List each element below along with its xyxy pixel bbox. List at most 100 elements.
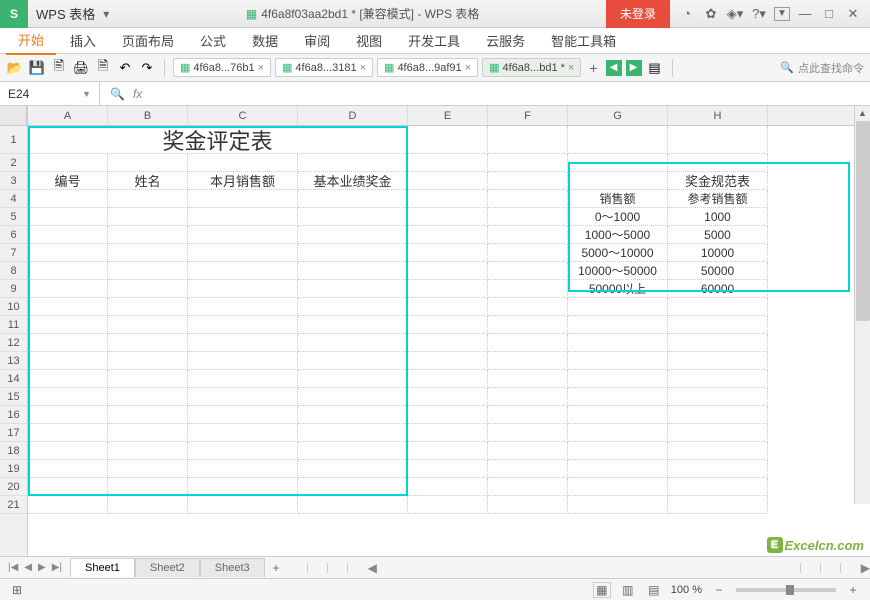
cell[interactable] (188, 244, 298, 262)
cell[interactable] (298, 334, 408, 352)
cell[interactable] (488, 298, 568, 316)
cell[interactable] (488, 442, 568, 460)
menu-insert[interactable]: 插入 (58, 27, 108, 54)
cell[interactable] (108, 442, 188, 460)
row-header[interactable]: 11 (0, 316, 27, 334)
minimize-ribbon-icon[interactable]: ▼ (774, 7, 790, 21)
cell[interactable] (488, 388, 568, 406)
cell[interactable] (568, 460, 668, 478)
dropdown-icon[interactable]: ▼ (82, 89, 91, 99)
cell[interactable] (108, 460, 188, 478)
row-header[interactable]: 21 (0, 496, 27, 514)
row-header[interactable]: 5 (0, 208, 27, 226)
cell[interactable] (188, 334, 298, 352)
cell[interactable] (408, 172, 488, 190)
cell[interactable] (488, 154, 568, 172)
row-header[interactable]: 16 (0, 406, 27, 424)
formula-input[interactable] (152, 82, 870, 105)
cell[interactable] (188, 280, 298, 298)
cell[interactable] (488, 478, 568, 496)
cell[interactable] (298, 298, 408, 316)
cell[interactable] (298, 262, 408, 280)
sync-icon[interactable]: ◔ (678, 5, 696, 23)
maximize-window-icon[interactable]: □ (820, 5, 838, 23)
cell[interactable] (488, 262, 568, 280)
cell[interactable] (568, 316, 668, 334)
cell[interactable] (488, 244, 568, 262)
cell-ref-data[interactable]: 60000 (668, 280, 768, 298)
menu-formula[interactable]: 公式 (188, 27, 238, 54)
cell[interactable] (28, 154, 108, 172)
cell-header[interactable]: 姓名 (108, 172, 188, 190)
cell[interactable] (408, 226, 488, 244)
cell[interactable] (108, 298, 188, 316)
sheet-tab-2[interactable]: Sheet2 (135, 558, 200, 577)
cell[interactable] (488, 280, 568, 298)
cell[interactable] (108, 406, 188, 424)
col-header[interactable]: D (298, 106, 408, 125)
cell[interactable] (28, 352, 108, 370)
cell[interactable] (568, 370, 668, 388)
sheet-nav-last[interactable]: ▶| (50, 562, 64, 573)
sheet-nav-prev[interactable]: ◀ (22, 562, 34, 573)
col-header[interactable]: C (188, 106, 298, 125)
cell[interactable] (108, 280, 188, 298)
row-header[interactable]: 7 (0, 244, 27, 262)
menu-data[interactable]: 数据 (240, 27, 290, 54)
cell[interactable] (108, 226, 188, 244)
cell[interactable] (28, 442, 108, 460)
vertical-scrollbar[interactable]: ▲ (854, 106, 870, 504)
cell-ref-header[interactable]: 销售额 (568, 190, 668, 208)
cell[interactable] (108, 370, 188, 388)
cell[interactable] (108, 244, 188, 262)
cell[interactable] (188, 424, 298, 442)
cell[interactable] (668, 370, 768, 388)
app-menu-dropdown[interactable]: ▾ (103, 7, 119, 21)
cell-ref-data[interactable]: 50000以上 (568, 280, 668, 298)
cell[interactable] (188, 154, 298, 172)
cell[interactable] (568, 424, 668, 442)
cell[interactable] (668, 352, 768, 370)
row-header[interactable]: 14 (0, 370, 27, 388)
cell[interactable] (408, 370, 488, 388)
cell[interactable] (668, 478, 768, 496)
cell[interactable] (28, 298, 108, 316)
cell[interactable] (488, 460, 568, 478)
cell[interactable] (28, 226, 108, 244)
cell[interactable] (188, 316, 298, 334)
hscroll-left[interactable]: ◀ (368, 561, 377, 575)
cell[interactable] (188, 208, 298, 226)
col-header[interactable]: E (408, 106, 488, 125)
col-header[interactable]: F (488, 106, 568, 125)
cell[interactable] (488, 334, 568, 352)
col-header[interactable]: B (108, 106, 188, 125)
cell[interactable] (298, 370, 408, 388)
cell[interactable] (668, 316, 768, 334)
row-header[interactable]: 10 (0, 298, 27, 316)
cell[interactable] (28, 496, 108, 514)
save-icon[interactable]: 💾 (28, 59, 46, 77)
cell[interactable] (298, 442, 408, 460)
cell-ref-title[interactable]: 奖金规范表 (668, 172, 768, 190)
hscroll-right[interactable]: ▶ (861, 561, 870, 575)
row-header[interactable]: 15 (0, 388, 27, 406)
cell[interactable] (188, 442, 298, 460)
login-button[interactable]: 未登录 (606, 0, 670, 28)
cell[interactable] (28, 262, 108, 280)
cell-ref-data[interactable]: 10000 (668, 244, 768, 262)
menu-review[interactable]: 审阅 (292, 27, 342, 54)
zoom-level[interactable]: 100 % (671, 584, 702, 596)
cell[interactable] (668, 496, 768, 514)
cell[interactable] (108, 154, 188, 172)
cell[interactable] (28, 316, 108, 334)
cell[interactable] (488, 316, 568, 334)
cell-ref-data[interactable]: 50000 (668, 262, 768, 280)
cell[interactable] (568, 442, 668, 460)
zoom-slider[interactable] (736, 588, 836, 592)
cell[interactable] (298, 154, 408, 172)
cell[interactable] (28, 478, 108, 496)
cell[interactable] (668, 442, 768, 460)
skin-icon[interactable]: ◈▾ (726, 5, 744, 23)
cell[interactable] (188, 496, 298, 514)
print-preview-icon[interactable]: 🗎 (94, 59, 112, 77)
